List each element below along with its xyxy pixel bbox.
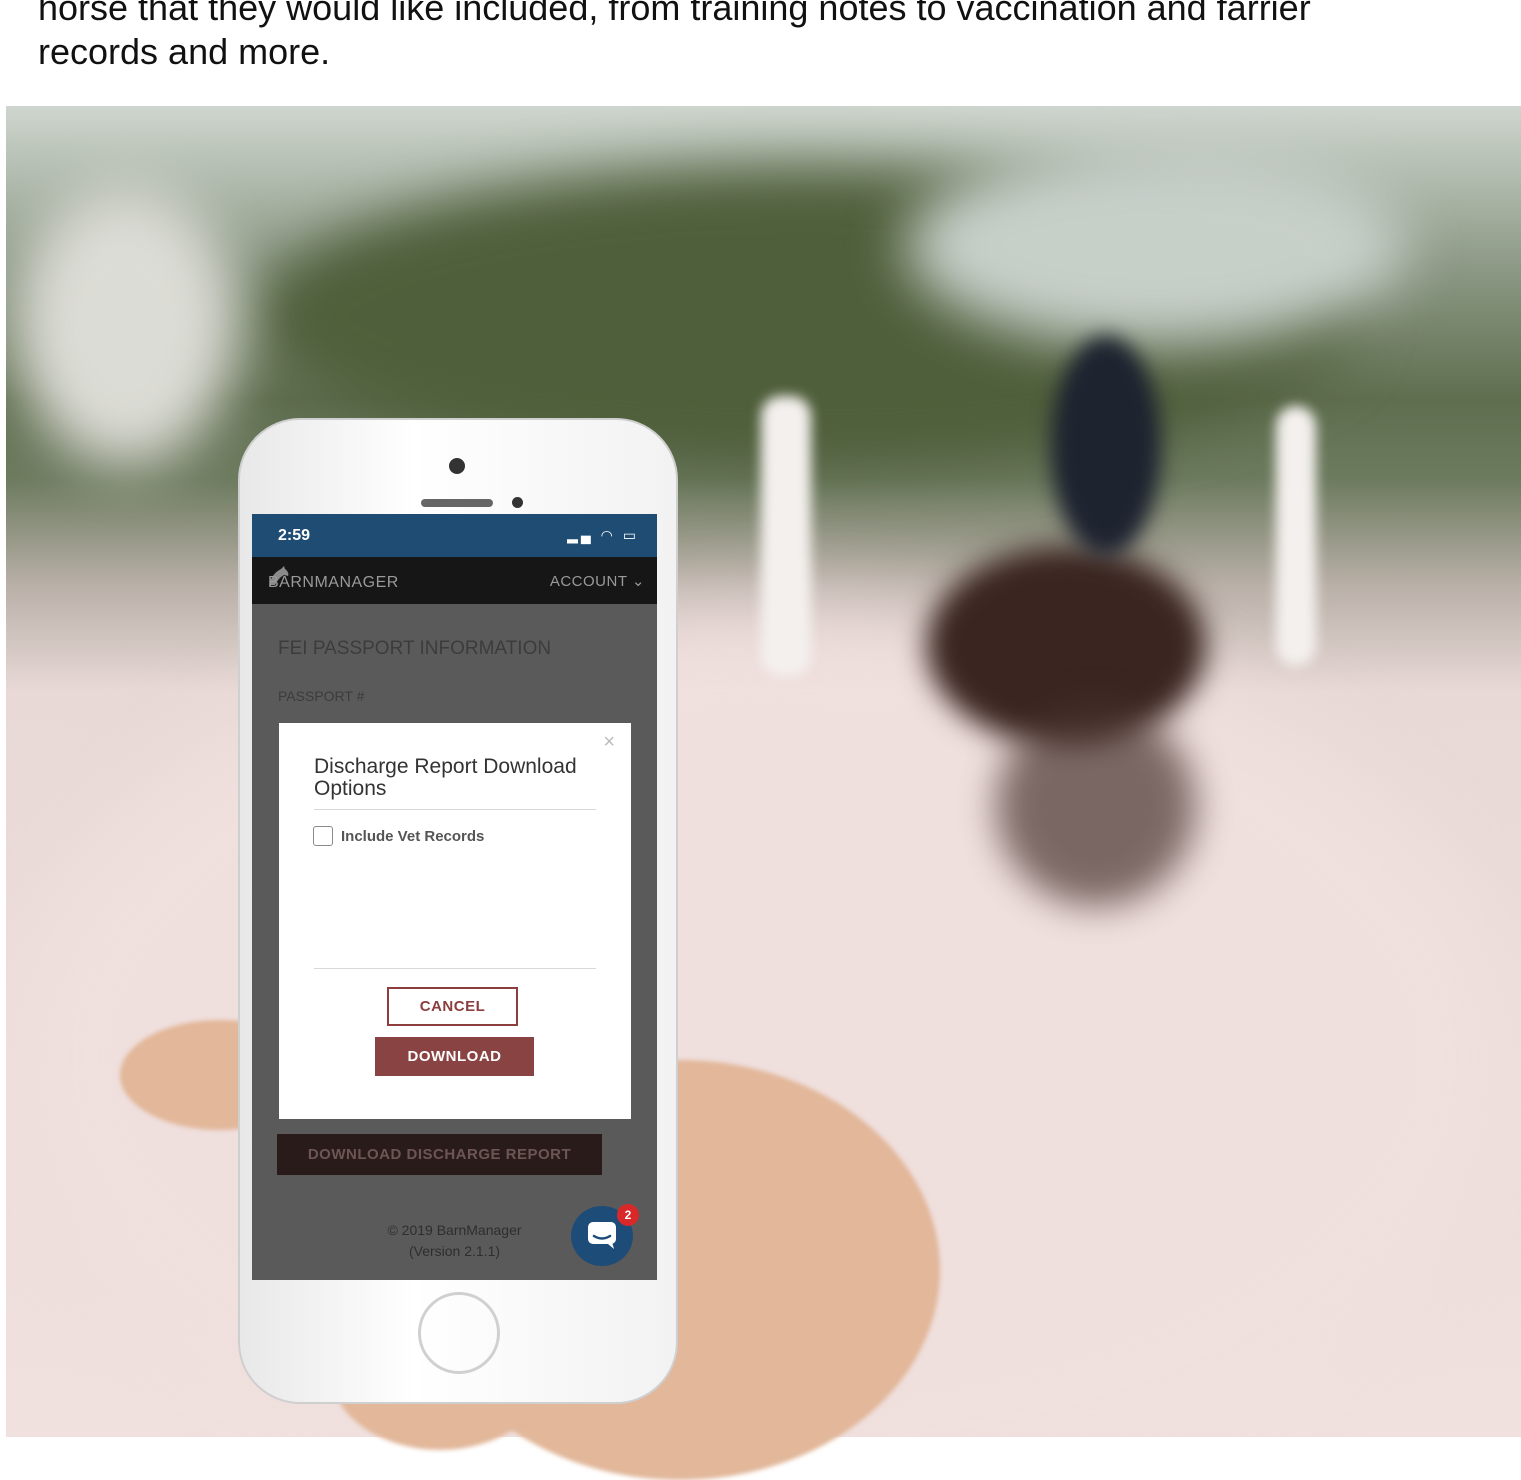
status-bar: 2:59 ▂▄ ◠ ▭ [252,514,657,557]
intro-line-1: horse that they would like included, fro… [38,0,1311,28]
chevron-down-icon: ⌄ [631,573,645,590]
intro-line-2: records and more. [38,31,331,72]
proximity-sensor [512,497,523,508]
phone-screen: 2:59 ▂▄ ◠ ▭ BARNMANAGER ACCOUNT ⌄ FEI PA… [252,514,657,1280]
horse-legs-blur [996,706,1196,906]
download-discharge-report-button[interactable]: DOWNLOAD DISCHARGE REPORT [277,1134,602,1175]
app-header: BARNMANAGER ACCOUNT ⌄ [252,557,657,604]
modal-divider-bottom [314,968,596,969]
app-footer: © 2019 BarnManager (Version 2.1.1) [352,1220,557,1262]
download-button[interactable]: DOWNLOAD [375,1037,534,1076]
earpiece-speaker [421,499,493,507]
include-vet-records-checkbox[interactable] [313,826,333,846]
version-text: (Version 2.1.1) [408,1243,501,1259]
front-camera [449,458,465,474]
modal-title: Discharge Report Download Options [314,755,577,800]
passport-field-label: PASSPORT # [278,688,365,704]
tent-blur [16,186,236,466]
close-icon[interactable]: × [603,731,615,754]
jump-pole-right [1276,406,1316,666]
chat-bubble-icon [588,1221,616,1249]
account-menu[interactable]: ACCOUNT ⌄ [550,572,645,590]
jump-pole-left [761,396,811,676]
copyright-text: © 2019 BarnManager [387,1222,522,1238]
chat-unread-badge: 2 [617,1204,639,1226]
modal-divider-top [314,809,596,810]
rider-blur [1051,336,1161,556]
download-options-modal: × Discharge Report Download Options Incl… [279,723,631,1119]
account-label: ACCOUNT [549,573,628,590]
status-time: 2:59 [278,527,311,544]
cancel-button[interactable]: CANCEL [387,987,518,1026]
include-vet-records-label[interactable]: Include Vet Records [341,828,484,845]
signal-wifi-battery-icon: ▂▄ ◠ ▭ [567,527,639,543]
app-logo-text[interactable]: BARNMANAGER [268,574,399,592]
home-button[interactable] [418,1292,500,1374]
intro-text: horse that they would like included, fro… [38,0,1498,74]
section-title: FEI PASSPORT INFORMATION [278,638,552,659]
trees-light-blur [906,146,1406,346]
